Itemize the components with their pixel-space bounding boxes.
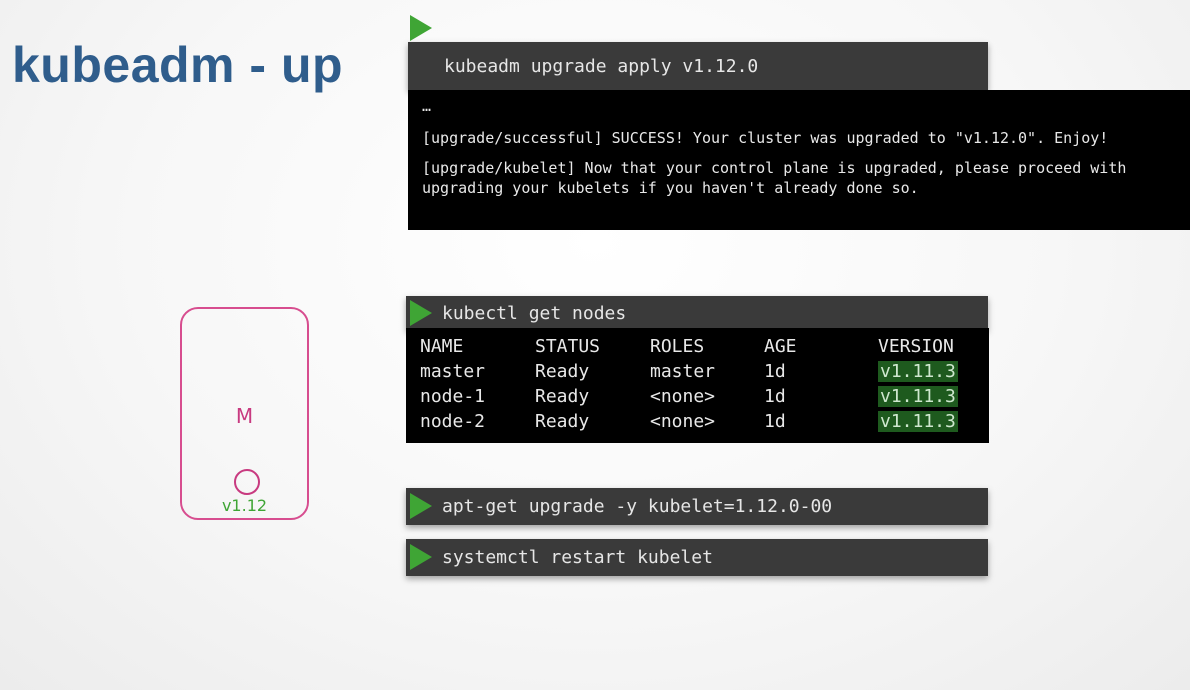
terminal-upgrade-output: … [upgrade/successful] SUCCESS! Your clu… bbox=[408, 90, 1190, 230]
command-bar-apt-upgrade: apt-get upgrade -y kubelet=1.12.0-00 bbox=[406, 488, 988, 525]
node-version: v1.12 bbox=[221, 496, 268, 515]
table-cell: node-2 bbox=[420, 411, 486, 432]
table-cell: master bbox=[420, 361, 486, 382]
table-cell: node-1 bbox=[420, 386, 486, 407]
table-cell: Ready bbox=[535, 361, 590, 382]
table-row: node-1 Ready <none> 1d v1.11.3 bbox=[420, 384, 958, 409]
table-header-row: NAME STATUS ROLES AGE VERSION bbox=[420, 334, 958, 359]
column-header: ROLES bbox=[650, 336, 705, 357]
column-header: NAME bbox=[420, 336, 464, 357]
master-node-box: M v1.12 bbox=[180, 307, 309, 520]
table-cell: Ready bbox=[535, 411, 590, 432]
version-cell: v1.11.3 bbox=[878, 386, 958, 407]
nodes-table: NAME STATUS ROLES AGE VERSION master Rea… bbox=[420, 334, 958, 434]
table-cell: <none> bbox=[650, 386, 716, 407]
version-cell: v1.11.3 bbox=[878, 361, 958, 382]
column-header: VERSION bbox=[878, 336, 954, 357]
play-icon bbox=[410, 300, 432, 326]
output-line: upgrading your kubelets if you haven't a… bbox=[422, 179, 919, 197]
column-header: AGE bbox=[764, 336, 797, 357]
output-ellipsis: … bbox=[422, 97, 432, 115]
table-cell: <none> bbox=[650, 411, 716, 432]
page-title: kubeadm - up bbox=[12, 37, 344, 93]
column-header: STATUS bbox=[535, 336, 601, 357]
table-cell: 1d bbox=[764, 361, 786, 382]
play-icon bbox=[410, 493, 432, 519]
command-text: systemctl restart kubelet bbox=[442, 547, 713, 568]
terminal-nodes-output: NAME STATUS ROLES AGE VERSION master Rea… bbox=[406, 328, 989, 443]
table-row: node-2 Ready <none> 1d v1.11.3 bbox=[420, 409, 958, 434]
node-label: M bbox=[235, 404, 254, 428]
command-text: apt-get upgrade -y kubelet=1.12.0-00 bbox=[442, 496, 833, 517]
command-bar-get-nodes: kubectl get nodes bbox=[406, 296, 988, 330]
command-bar-restart-kubelet: systemctl restart kubelet bbox=[406, 539, 988, 576]
command-text: kubeadm upgrade apply v1.12.0 bbox=[444, 55, 759, 77]
table-row: master Ready master 1d v1.11.3 bbox=[420, 359, 958, 384]
table-cell: 1d bbox=[764, 386, 786, 407]
command-bar-upgrade-apply: kubeadm upgrade apply v1.12.0 bbox=[408, 42, 988, 90]
play-icon bbox=[410, 15, 432, 41]
kubelet-circle-icon bbox=[234, 469, 260, 495]
play-icon bbox=[410, 544, 432, 570]
version-cell: v1.11.3 bbox=[878, 411, 958, 432]
output-line: [upgrade/kubelet] Now that your control … bbox=[422, 159, 1127, 177]
output-line: [upgrade/successful] SUCCESS! Your clust… bbox=[422, 129, 1109, 147]
table-cell: 1d bbox=[764, 411, 786, 432]
table-cell: Ready bbox=[535, 386, 590, 407]
command-text: kubectl get nodes bbox=[442, 302, 627, 324]
table-cell: master bbox=[650, 361, 716, 382]
